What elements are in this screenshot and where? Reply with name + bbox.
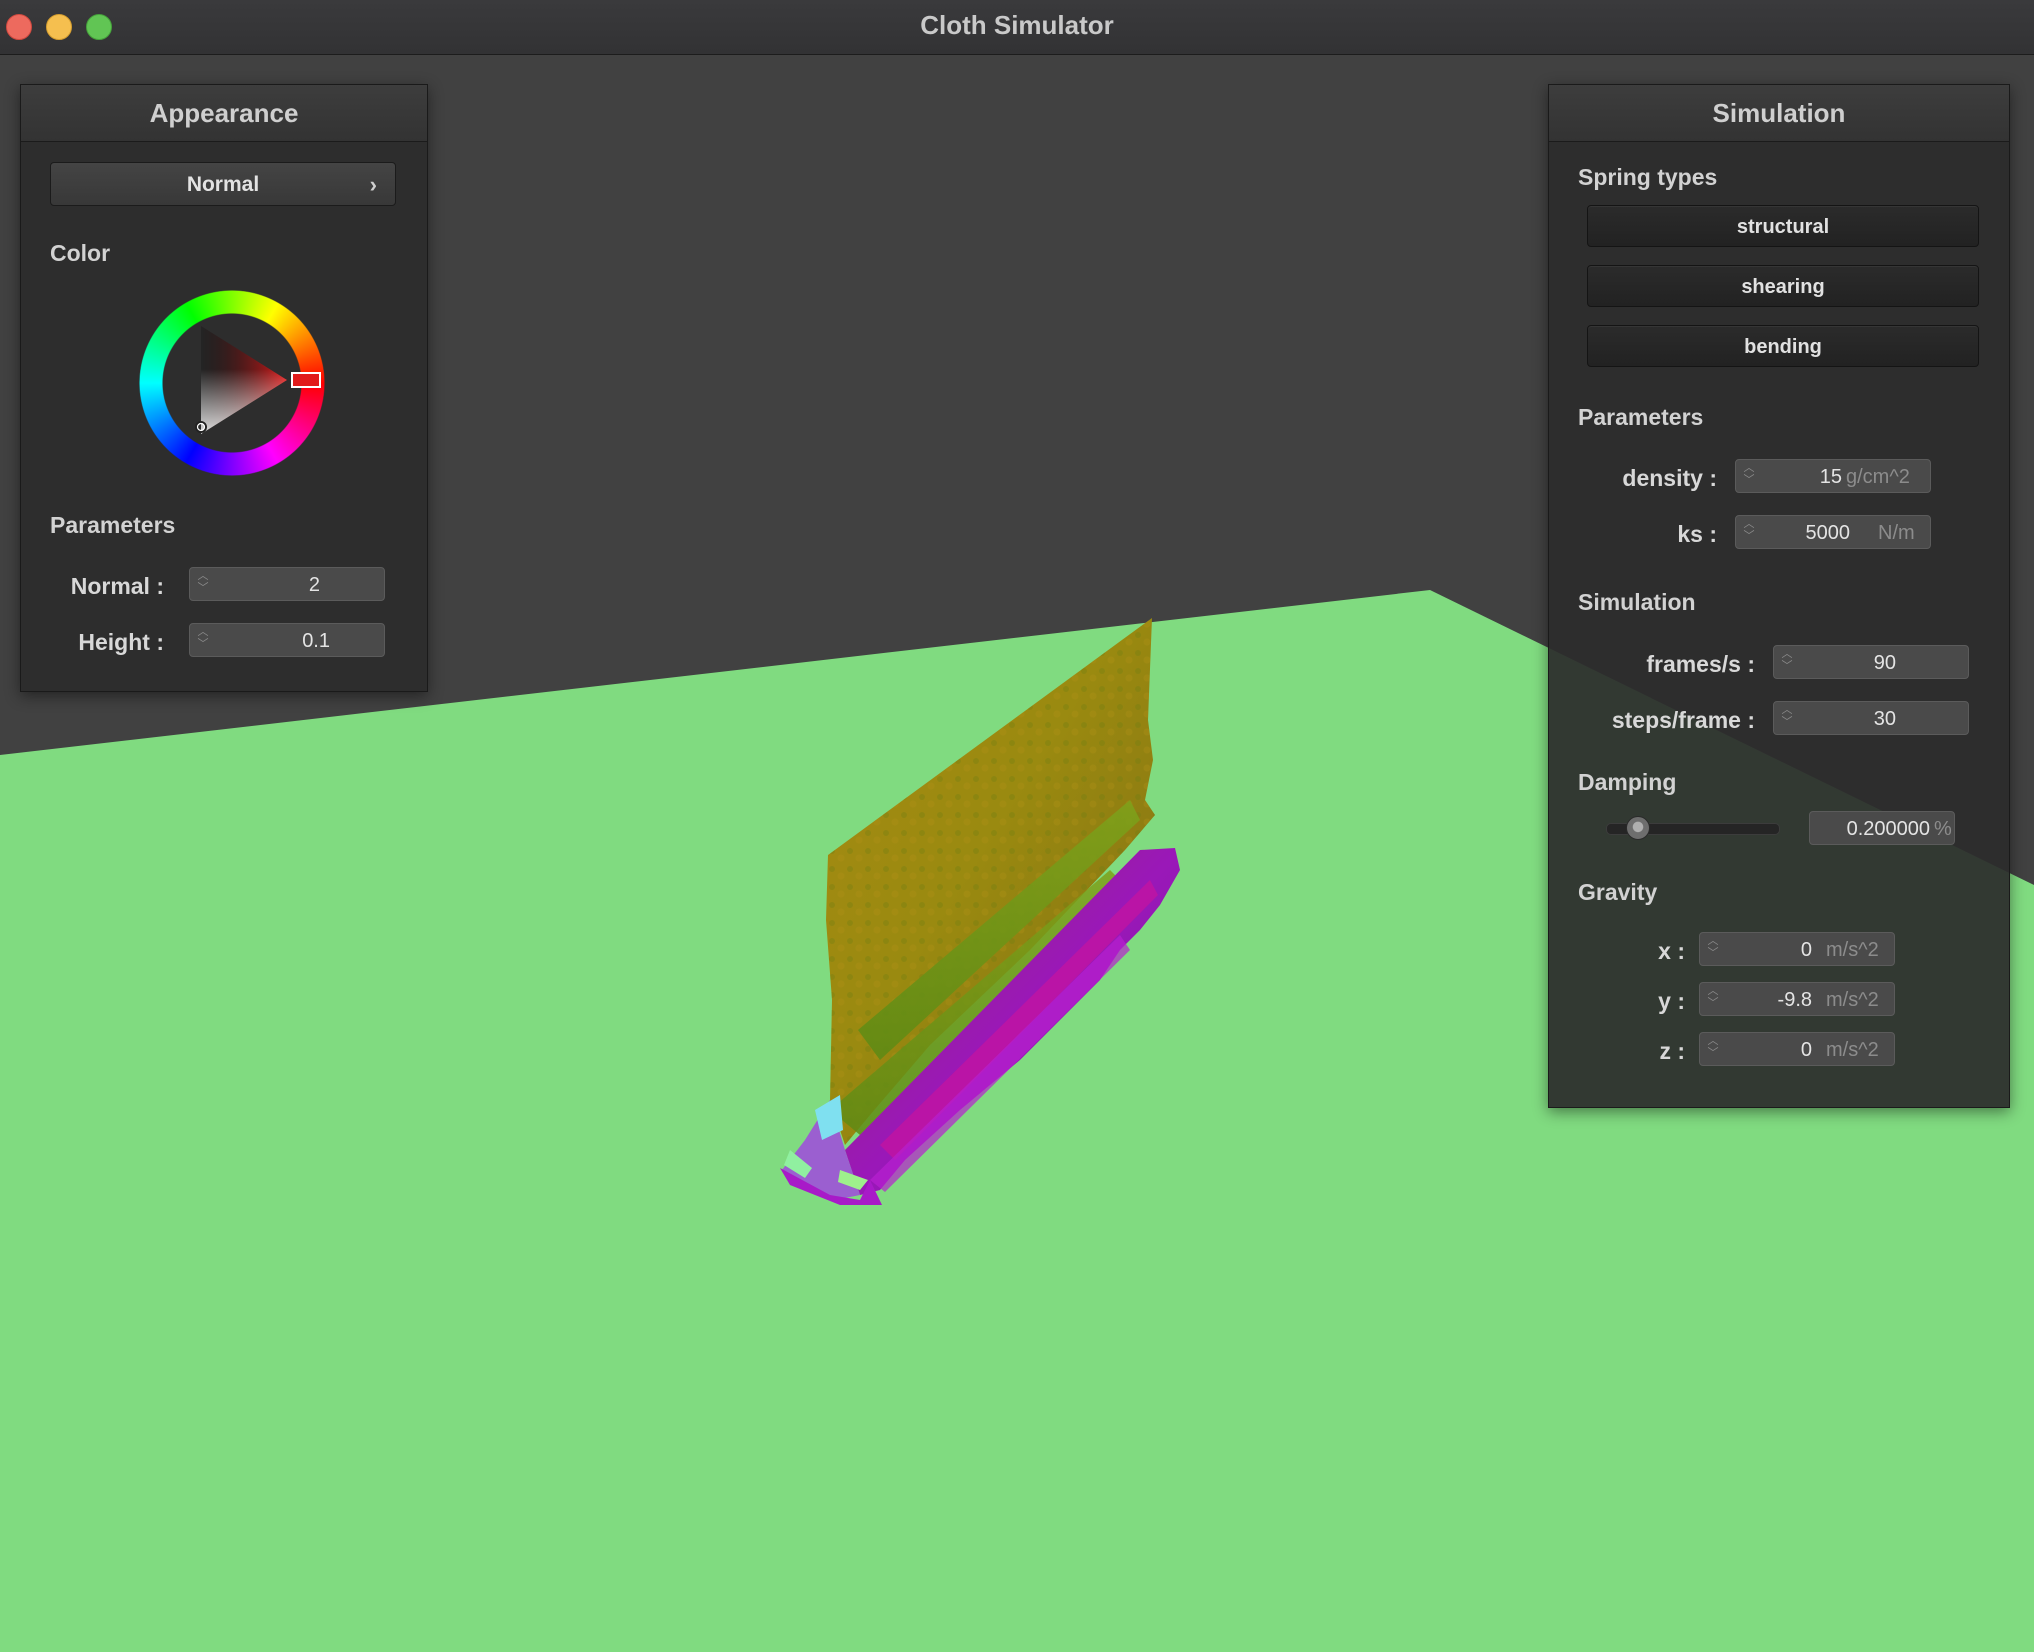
- steps-per-frame-value: 30: [1873, 708, 1896, 730]
- ks-value: 5000: [1805, 522, 1851, 544]
- density-value: 15: [1819, 466, 1842, 488]
- gravity-z-unit: m/s^2: [1826, 1039, 1879, 1061]
- gravity-y-value: -9.8: [1777, 989, 1812, 1011]
- title-bar: Cloth Simulator: [0, 0, 2034, 55]
- simulation-section-label: Simulation: [1578, 589, 1696, 615]
- bending-toggle-button[interactable]: bending: [1587, 325, 1979, 367]
- gravity-z-input[interactable]: ︿ ﹀ 0 m/s^2: [1699, 1032, 1895, 1066]
- height-label: Height :: [78, 629, 164, 655]
- normal-stepper-icon[interactable]: ︿ ﹀: [196, 570, 210, 598]
- simulation-parameters-label: Parameters: [1578, 404, 1704, 430]
- ks-unit: N/m: [1878, 522, 1915, 544]
- gravity-x-stepper-icon[interactable]: ︿ ﹀: [1706, 935, 1720, 963]
- gravity-z-value: 0: [1800, 1039, 1812, 1061]
- density-label: density :: [1622, 465, 1717, 491]
- gravity-x-input[interactable]: ︿ ﹀ 0 m/s^2: [1699, 932, 1895, 966]
- normal-value: 2: [308, 574, 320, 596]
- ks-label: ks :: [1677, 521, 1717, 547]
- frames-per-second-label: frames/s :: [1646, 651, 1755, 677]
- damping-unit: %: [1934, 818, 1952, 840]
- frames-per-second-stepper-icon[interactable]: ︿ ﹀: [1780, 648, 1794, 676]
- frames-per-second-input[interactable]: ︿ ﹀ 90: [1773, 645, 1969, 679]
- window-title: Cloth Simulator: [920, 10, 1114, 40]
- gravity-z-label: z :: [1659, 1038, 1685, 1064]
- appearance-parameters-label: Parameters: [50, 512, 176, 538]
- shader-dropdown[interactable]: Normal ›: [50, 162, 396, 206]
- color-wheel[interactable]: [139, 290, 325, 476]
- density-input[interactable]: ︿ ﹀ 15 g/cm^2: [1735, 459, 1931, 493]
- ks-stepper-icon[interactable]: ︿ ﹀: [1742, 518, 1756, 546]
- height-input[interactable]: ︿ ﹀ 0.1: [189, 623, 385, 657]
- gravity-label: Gravity: [1578, 879, 1658, 905]
- steps-per-frame-input[interactable]: ︿ ﹀ 30: [1773, 701, 1969, 735]
- gravity-y-stepper-icon[interactable]: ︿ ﹀: [1706, 985, 1720, 1013]
- gravity-y-unit: m/s^2: [1826, 989, 1879, 1011]
- simulation-panel-header[interactable]: Simulation: [1549, 85, 2009, 142]
- gravity-x-label: x :: [1658, 938, 1685, 964]
- ks-input[interactable]: ︿ ﹀ 5000 N/m: [1735, 515, 1931, 549]
- gravity-z-stepper-icon[interactable]: ︿ ﹀: [1706, 1035, 1720, 1063]
- steps-per-frame-label: steps/frame :: [1611, 707, 1755, 733]
- shader-dropdown-value: Normal: [186, 173, 260, 196]
- density-unit: g/cm^2: [1846, 466, 1910, 488]
- normal-input[interactable]: ︿ ﹀ 2: [189, 567, 385, 601]
- damping-slider-handle[interactable]: [1626, 816, 1650, 840]
- frames-per-second-value: 90: [1873, 652, 1896, 674]
- chevron-right-icon: ›: [369, 172, 377, 197]
- shearing-toggle-button[interactable]: shearing: [1587, 265, 1979, 307]
- appearance-panel-header[interactable]: Appearance: [21, 85, 427, 142]
- saturation-value-triangle[interactable]: [139, 290, 325, 476]
- hue-selector-handle[interactable]: [291, 372, 321, 388]
- damping-label: Damping: [1578, 769, 1677, 795]
- damping-input[interactable]: 0.200000 %: [1809, 811, 1955, 845]
- damping-value: 0.200000: [1846, 818, 1930, 840]
- gravity-y-input[interactable]: ︿ ﹀ -9.8 m/s^2: [1699, 982, 1895, 1016]
- gravity-y-label: y :: [1658, 988, 1685, 1014]
- normal-label: Normal :: [70, 573, 164, 599]
- gravity-x-unit: m/s^2: [1826, 939, 1879, 961]
- steps-per-frame-stepper-icon[interactable]: ︿ ﹀: [1780, 704, 1794, 732]
- height-value: 0.1: [302, 630, 330, 652]
- spring-types-label: Spring types: [1578, 164, 1718, 190]
- height-stepper-icon[interactable]: ︿ ﹀: [196, 626, 210, 654]
- structural-toggle-button[interactable]: structural: [1587, 205, 1979, 247]
- color-section-label: Color: [50, 240, 111, 266]
- density-stepper-icon[interactable]: ︿ ﹀: [1742, 462, 1756, 490]
- appearance-panel: Appearance Normal › Color Parameters Nor…: [20, 84, 428, 692]
- gravity-x-value: 0: [1800, 939, 1812, 961]
- simulation-panel: Simulation Spring types structural shear…: [1548, 84, 2010, 1108]
